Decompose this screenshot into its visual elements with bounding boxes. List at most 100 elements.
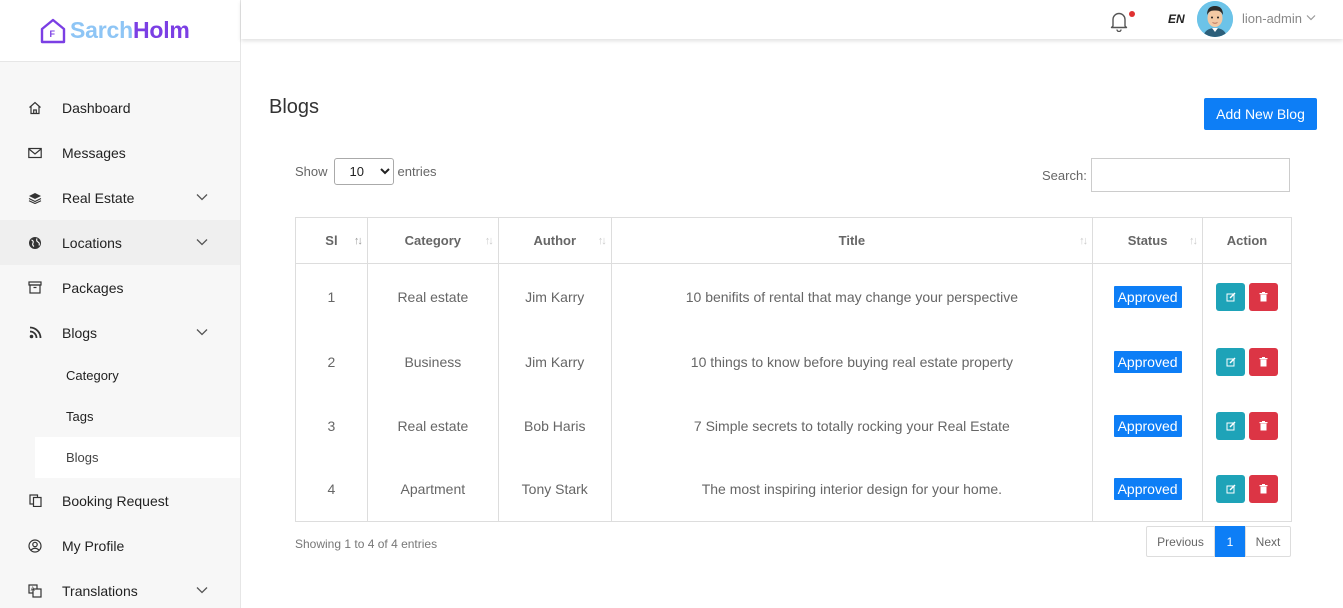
sidebar-item-packages[interactable]: Packages [0, 265, 240, 310]
sidebar-subitem-tags[interactable]: Tags [0, 396, 240, 437]
trash-icon [1259, 420, 1268, 430]
avatar[interactable] [1197, 1, 1233, 37]
status-badge: Approved [1113, 478, 1182, 501]
cell-title: The most inspiring interior design for y… [610, 457, 1094, 522]
caret-down-icon[interactable] [1306, 14, 1316, 22]
cell-author: Jim Karry [497, 263, 612, 330]
home-icon [28, 101, 42, 115]
header-label: Sl [325, 233, 338, 248]
sidebar-item-label: My Profile [62, 537, 125, 554]
status-badge: Approved [1113, 414, 1182, 437]
sidebar-subitem-blogs[interactable]: Blogs [35, 437, 240, 478]
cell-category: Business [366, 329, 499, 394]
envelope-icon [28, 146, 42, 160]
edit-button[interactable] [1216, 411, 1246, 440]
cell-author: Bob Haris [497, 393, 612, 458]
sidebar-item-label: Dashboard [62, 99, 131, 116]
cell-status: Approved [1092, 393, 1204, 458]
sidebar-item-label: Blogs [62, 324, 98, 341]
pagination: Previous 1 Next [1146, 526, 1291, 557]
cell-action [1202, 393, 1292, 458]
cell-category: Real estate [366, 263, 499, 330]
add-new-blog-button[interactable]: Add New Blog [1204, 98, 1317, 130]
sort-icon: ↑↓ [1189, 235, 1198, 247]
edit-button[interactable] [1216, 475, 1246, 504]
notification-dot [1129, 11, 1135, 17]
column-header-status[interactable]: Status ↑↓ [1092, 217, 1204, 264]
sort-icon: ↑↓ [597, 235, 607, 247]
page-size-control: Show 10 entries [295, 158, 437, 185]
cell-category: Apartment [366, 457, 499, 522]
username-label[interactable]: lion-admin [1242, 11, 1302, 26]
sidebar-item-label: Translations [62, 582, 138, 599]
chevron-down-icon [196, 329, 208, 336]
header-label: Status [1127, 233, 1168, 248]
rss-icon [28, 326, 42, 340]
table-row: 3 Real estate Bob Haris 7 Simple secrets… [295, 393, 1292, 458]
language-switcher[interactable]: EN [1168, 12, 1185, 26]
sidebar-subitem-category[interactable]: Category [0, 355, 240, 396]
sidebar-item-label: Booking Request [62, 492, 169, 509]
page-size-select[interactable]: 10 [333, 158, 394, 185]
chevron-down-icon [196, 587, 208, 594]
pagination-page-1[interactable]: 1 [1215, 526, 1245, 557]
column-header-category[interactable]: Category ↑↓ [366, 217, 499, 264]
pagination-previous[interactable]: Previous [1146, 526, 1215, 557]
search-input[interactable] [1091, 158, 1290, 192]
delete-button[interactable] [1249, 411, 1279, 440]
translate-icon: A [28, 583, 42, 598]
sidebar-item-messages[interactable]: Messages [0, 130, 240, 175]
brand-name-part2: Holm [132, 17, 190, 43]
user-circle-icon [28, 538, 42, 553]
bell-icon[interactable] [1109, 10, 1129, 32]
column-header-title[interactable]: Title ↑↓ [610, 217, 1094, 264]
delete-button[interactable] [1249, 347, 1279, 376]
house-logo-icon: F [40, 18, 66, 43]
table-row: 2 Business Jim Karry 10 things to know b… [295, 329, 1292, 394]
header-label: Title [838, 233, 866, 248]
sort-icon: ↑↓ [353, 235, 363, 247]
pagination-next[interactable]: Next [1245, 526, 1291, 557]
sidebar-item-blogs[interactable]: Blogs [0, 310, 240, 355]
cell-author: Jim Karry [497, 329, 612, 394]
sidebar-nav: Dashboard Messages Real Estate Locations [0, 85, 240, 608]
sidebar-item-label: Messages [62, 144, 126, 161]
topbar: EN lion-admin [241, 0, 1343, 39]
show-label: Show [295, 164, 328, 179]
sidebar-item-dashboard[interactable]: Dashboard [0, 85, 240, 130]
table-row: 4 Apartment Tony Stark The most inspirin… [295, 457, 1292, 522]
sort-icon: ↑↓ [1079, 235, 1088, 247]
sidebar-item-locations[interactable]: Locations [0, 220, 240, 265]
brand-logo[interactable]: F Sarch Holm [0, 0, 240, 62]
header-label: Author [533, 233, 577, 248]
cell-category: Real estate [366, 393, 499, 458]
status-badge: Approved [1113, 285, 1182, 308]
column-header-sl[interactable]: Sl ↑↓ [295, 217, 368, 264]
layers-icon [28, 191, 42, 205]
sidebar-item-translations[interactable]: A Translations [0, 568, 240, 608]
edit-button[interactable] [1216, 282, 1246, 311]
delete-button[interactable] [1249, 475, 1279, 504]
globe-icon [28, 236, 42, 250]
cell-action [1202, 457, 1292, 522]
sidebar-item-my-profile[interactable]: My Profile [0, 523, 240, 568]
table-info: Showing 1 to 4 of 4 entries [295, 537, 438, 551]
cell-sl: 2 [295, 329, 368, 394]
sidebar-item-real-estate[interactable]: Real Estate [0, 175, 240, 220]
trash-icon [1259, 356, 1268, 366]
sidebar-item-booking-request[interactable]: Booking Request [0, 478, 240, 523]
column-header-author[interactable]: Author ↑↓ [497, 217, 612, 264]
cell-sl: 4 [295, 457, 368, 522]
sidebar-item-label: Real Estate [62, 189, 135, 206]
archive-icon [28, 281, 42, 295]
svg-text:F: F [50, 29, 56, 39]
copy-icon [28, 494, 42, 508]
edit-button[interactable] [1216, 347, 1246, 376]
delete-button[interactable] [1249, 282, 1279, 311]
blogs-table: Sl ↑↓ Category ↑↓ Author ↑↓ Title ↑↓ Status ↑… [295, 217, 1292, 522]
chevron-down-icon [196, 239, 208, 246]
table-row: 1 Real estate Jim Karry 10 benifits of r… [295, 263, 1292, 330]
brand-name-part1: Sarch [70, 17, 133, 43]
svg-text:A: A [31, 587, 35, 593]
status-badge: Approved [1113, 350, 1182, 373]
